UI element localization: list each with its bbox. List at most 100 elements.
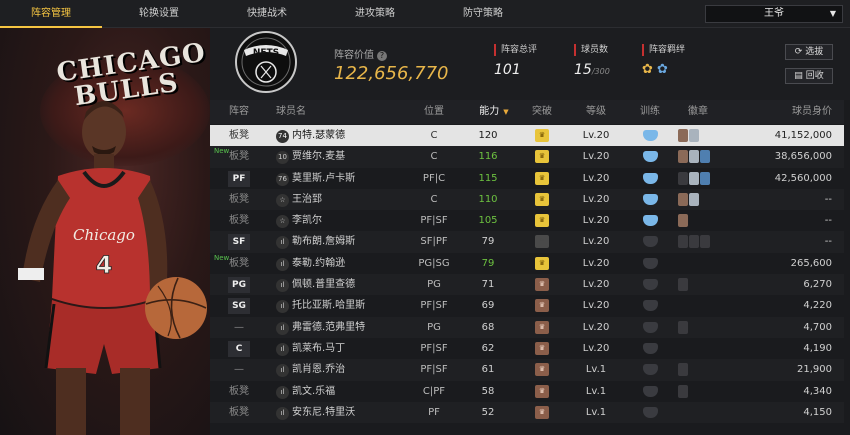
breakthrough-cell[interactable]: ♛ xyxy=(532,274,552,295)
table-row[interactable]: New 板凳 10 贾维尔.麦基 C 116 ♛ Lv.20 38,656,000 xyxy=(210,146,844,167)
player-name[interactable]: 莫里斯.卢卡斯 xyxy=(292,168,402,189)
team-selector[interactable]: 王爷 ▼ xyxy=(705,5,843,23)
breakthrough-cell[interactable]: ♛ xyxy=(532,253,552,274)
table-row[interactable]: SG ıl 托比亚斯.哈里斯 PF|SF 69 ♛ Lv.20 4,220 xyxy=(210,295,844,316)
lineup-slot[interactable]: 板凳 xyxy=(224,189,254,210)
col-header-level[interactable]: 等级 xyxy=(576,100,616,124)
training-cell[interactable] xyxy=(638,189,662,210)
col-header-training[interactable]: 训练 xyxy=(630,100,670,124)
lineup-slot[interactable]: 板凳 xyxy=(224,402,254,423)
lineup-slot[interactable]: SF xyxy=(224,231,254,252)
emblem-badge-icon[interactable] xyxy=(700,171,710,185)
emblem-badge-icon[interactable] xyxy=(689,192,699,206)
breakthrough-cell[interactable]: ♛ xyxy=(532,359,552,380)
training-cell[interactable] xyxy=(638,146,662,167)
player-name[interactable]: 王治郅 xyxy=(292,189,402,210)
emblem-badge-icon[interactable] xyxy=(678,129,688,142)
player-name[interactable]: 凯莱布.马丁 xyxy=(292,338,402,359)
lineup-slot[interactable]: 板凳 xyxy=(224,210,254,231)
breakthrough-cell[interactable]: ♛ xyxy=(532,168,552,189)
select-button[interactable]: ⟳ 选拔 xyxy=(785,44,833,60)
player-name[interactable]: 泰勒.约翰逊 xyxy=(292,253,402,274)
breakthrough-cell[interactable]: ♛ xyxy=(532,231,552,252)
emblem-badge-icon[interactable] xyxy=(689,129,699,142)
training-cell[interactable] xyxy=(638,253,662,274)
table-row[interactable]: 板凳 ıl 凯文.乐福 C|PF 58 ♛ Lv.1 4,340 xyxy=(210,381,844,402)
player-name[interactable]: 弗雷德.范弗里特 xyxy=(292,317,402,338)
tab-rotation-settings[interactable]: 轮换设置 xyxy=(110,0,208,28)
emblem-badge-icon[interactable] xyxy=(678,171,688,185)
training-cell[interactable] xyxy=(638,402,662,423)
table-row[interactable]: 板凳 ☆ 王治郅 C 110 ♛ Lv.20 -- xyxy=(210,189,844,210)
emblem-badge-icon[interactable] xyxy=(678,214,688,228)
training-cell[interactable] xyxy=(638,295,662,316)
table-row[interactable]: 板凳 74 内特.瑟蒙德 C 120 ♛ Lv.20 41,152,000 xyxy=(210,125,844,147)
breakthrough-cell[interactable]: ♛ xyxy=(532,146,552,167)
training-cell[interactable] xyxy=(638,168,662,189)
training-cell[interactable] xyxy=(638,317,662,338)
table-row[interactable]: PF 76 莫里斯.卢卡斯 PF|C 115 ♛ Lv.20 42,560,000 xyxy=(210,168,844,189)
breakthrough-cell[interactable]: ♛ xyxy=(532,317,552,338)
table-row[interactable]: PG ıl 佩顿.普里查德 PG 71 ♛ Lv.20 6,270 xyxy=(210,274,844,295)
breakthrough-cell[interactable]: ♛ xyxy=(532,295,552,316)
breakthrough-cell[interactable]: ♛ xyxy=(532,189,552,210)
emblem-badge-icon[interactable] xyxy=(678,235,688,249)
table-row[interactable]: — ıl 弗雷德.范弗里特 PG 68 ♛ Lv.20 4,700 xyxy=(210,317,844,338)
tab-lineup-management[interactable]: 阵容管理 xyxy=(0,0,102,28)
col-header-name[interactable]: 球员名 xyxy=(276,100,336,124)
emblem-badge-icon[interactable] xyxy=(689,235,699,249)
emblem-badge-icon[interactable] xyxy=(700,150,710,164)
lineup-slot[interactable]: 板凳 xyxy=(224,381,254,402)
breakthrough-cell[interactable]: ♛ xyxy=(532,402,552,423)
player-name[interactable]: 凯肖恩.乔治 xyxy=(292,359,402,380)
table-row[interactable]: — ıl 凯肖恩.乔治 PF|SF 61 ♛ Lv.1 21,900 xyxy=(210,359,844,380)
lineup-slot[interactable]: PF xyxy=(224,168,254,189)
training-cell[interactable] xyxy=(638,231,662,252)
lineup-slot[interactable]: 板凳 xyxy=(224,146,254,167)
training-cell[interactable] xyxy=(638,210,662,231)
player-name[interactable]: 凯文.乐福 xyxy=(292,381,402,402)
emblem-badge-icon[interactable] xyxy=(678,150,688,164)
col-header-breakthrough[interactable]: 突破 xyxy=(524,100,560,124)
player-name[interactable]: 安东尼.特里沃 xyxy=(292,402,402,423)
lineup-slot[interactable]: PG xyxy=(224,274,254,295)
emblem-badge-icon[interactable] xyxy=(678,320,688,334)
table-row[interactable]: 板凳 ıl 安东尼.特里沃 PF 52 ♛ Lv.1 4,150 xyxy=(210,402,844,423)
player-name[interactable]: 佩顿.普里查德 xyxy=(292,274,402,295)
tab-offense-strategy[interactable]: 进攻策略 xyxy=(326,0,424,28)
emblem-badge-icon[interactable] xyxy=(678,363,688,377)
breakthrough-cell[interactable]: ♛ xyxy=(532,338,552,359)
emblem-badge-icon[interactable] xyxy=(678,384,688,398)
lineup-slot[interactable]: 板凳 xyxy=(224,253,254,274)
lineup-slot[interactable]: SG xyxy=(224,295,254,316)
breakthrough-cell[interactable]: ♛ xyxy=(532,210,552,231)
player-name[interactable]: 托比亚斯.哈里斯 xyxy=(292,295,402,316)
col-header-position[interactable]: 位置 xyxy=(410,100,458,124)
col-header-rating[interactable]: 能力 xyxy=(470,100,518,124)
help-icon[interactable]: ? xyxy=(377,51,387,61)
training-cell[interactable] xyxy=(638,381,662,402)
table-row[interactable]: 板凳 ☆ 李凯尔 PF|SF 105 ♛ Lv.20 -- xyxy=(210,210,844,231)
recycle-button[interactable]: ▤ 回收 xyxy=(785,68,833,84)
lineup-slot[interactable]: C xyxy=(224,338,254,359)
player-name[interactable]: 贾维尔.麦基 xyxy=(292,146,402,167)
breakthrough-cell[interactable]: ♛ xyxy=(532,125,552,146)
chemistry-icons[interactable]: ✿ ✿ xyxy=(642,62,685,77)
tab-quick-tactics[interactable]: 快捷战术 xyxy=(218,0,316,28)
table-row[interactable]: Cıl 凯莱布.马丁 PF|SF 62 ♛ Lv.20 4,190 xyxy=(210,338,844,359)
emblem-badge-icon[interactable] xyxy=(678,192,688,206)
training-cell[interactable] xyxy=(638,338,662,359)
emblem-badge-icon[interactable] xyxy=(689,171,699,185)
training-cell[interactable] xyxy=(638,125,662,146)
emblem-badge-icon[interactable] xyxy=(700,235,710,249)
col-header-emblem[interactable]: 徽章 xyxy=(678,100,718,124)
training-cell[interactable] xyxy=(638,274,662,295)
breakthrough-cell[interactable]: ♛ xyxy=(532,381,552,402)
emblem-badge-icon[interactable] xyxy=(689,150,699,164)
tab-defense-strategy[interactable]: 防守策略 xyxy=(434,0,532,28)
col-header-salary[interactable]: 球员身价 xyxy=(770,100,832,124)
lineup-slot[interactable]: 板凳 xyxy=(224,125,254,146)
player-name[interactable]: 内特.瑟蒙德 xyxy=(292,125,402,146)
lineup-slot[interactable]: — xyxy=(224,317,254,338)
table-row[interactable]: New 板凳 ıl 泰勒.约翰逊 PG|SG 79 ♛ Lv.20 265,600 xyxy=(210,253,844,274)
